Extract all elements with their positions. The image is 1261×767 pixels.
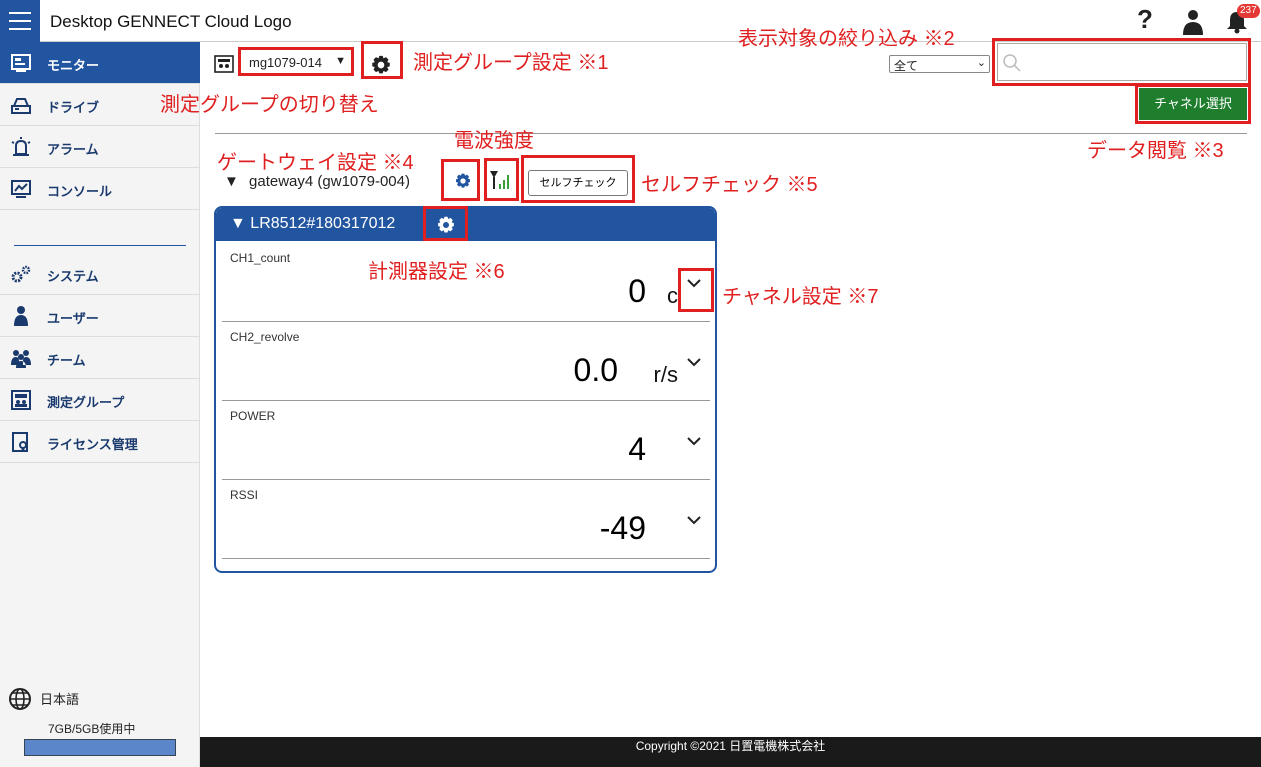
sidebar-item-label: ドライブ xyxy=(47,100,100,115)
gears-icon xyxy=(11,265,31,283)
sidebar-item-label: システム xyxy=(47,269,99,284)
filter-select[interactable]: 全て ⌄ xyxy=(889,55,990,73)
channel-name: CH1_count xyxy=(230,251,291,265)
sidebar-item-label: 測定グループ xyxy=(47,395,125,410)
user-icon xyxy=(14,306,28,326)
sidebar-item-system[interactable]: システム xyxy=(0,253,200,295)
team-icon xyxy=(11,350,31,368)
channel-unit: c xyxy=(667,283,678,308)
storage-usage-bar xyxy=(24,739,176,756)
annotation-selfcheck: セルフチェック ※5 xyxy=(641,174,818,196)
app-logo: Desktop GENNECT Cloud Logo xyxy=(50,12,292,31)
sidebar-item-monitor[interactable]: モニター xyxy=(0,42,200,84)
annotation-group-settings: 測定グループ設定 ※1 xyxy=(413,52,609,74)
annotation-filter: 表示対象の絞り込み ※2 xyxy=(738,28,955,50)
sidebar-item-label: チーム xyxy=(47,353,86,368)
sidebar-item-label: モニター xyxy=(47,58,100,73)
sidebar-item-label: コンソール xyxy=(47,184,113,199)
footer: Copyright ©2021 日置電機株式会社 xyxy=(200,737,1261,767)
channel-row: RSSI -49 xyxy=(222,480,710,559)
channel-value: -49 xyxy=(599,510,646,546)
app-header: Desktop GENNECT Cloud Logo ? 237 xyxy=(0,0,1261,42)
highlight-gateway-settings xyxy=(441,159,480,201)
sidebar-item-label: アラーム xyxy=(47,142,99,157)
channel-name: POWER xyxy=(230,409,276,423)
sidebar-item-alarm[interactable]: アラーム xyxy=(0,126,200,168)
language-label: 日本語 xyxy=(40,692,80,707)
highlight-search xyxy=(992,38,1251,86)
copyright-text: Copyright ©2021 日置電機株式会社 xyxy=(635,739,826,753)
highlight-selfcheck xyxy=(521,155,635,203)
sidebar-item-label: ユーザー xyxy=(47,311,99,326)
gateway-row[interactable]: ▼ gateway4 (gw1079-004) xyxy=(224,173,410,190)
monitor-icon xyxy=(11,54,31,72)
sidebar-divider xyxy=(14,245,186,246)
divider xyxy=(215,133,1247,134)
device-label: LR8512#180317012 xyxy=(250,215,396,232)
license-icon xyxy=(12,432,28,452)
gateway-label: gateway4 (gw1079-004) xyxy=(249,173,410,190)
channel-name: RSSI xyxy=(230,488,259,502)
annotation-device-settings: 計測器設定 ※6 xyxy=(368,261,505,283)
annotation-channel-settings: チャネル設定 ※7 xyxy=(722,286,879,308)
notification-badge: 237 xyxy=(1237,4,1260,18)
sidebar-item-license[interactable]: ライセンス管理 xyxy=(0,421,200,463)
channel-row: CH2_revolve 0.0 r/s xyxy=(222,322,710,401)
chevron-down-icon: ⌄ xyxy=(976,57,986,69)
measure-group-icon xyxy=(11,390,31,410)
globe-icon xyxy=(9,688,31,710)
drive-icon xyxy=(11,98,31,114)
chevron-down-icon[interactable] xyxy=(686,354,702,370)
filter-value: 全て xyxy=(894,59,919,73)
highlight-device-settings xyxy=(423,206,468,241)
highlight-group-select xyxy=(238,47,354,76)
menu-icon[interactable] xyxy=(0,0,40,42)
measure-group-icon xyxy=(214,55,234,73)
channel-row: POWER 4 xyxy=(222,401,710,480)
sidebar-item-label: ライセンス管理 xyxy=(47,437,138,452)
channel-name: CH2_revolve xyxy=(230,330,300,344)
highlight-channel-settings xyxy=(678,268,714,312)
channel-unit: r/s xyxy=(653,362,678,387)
chevron-down-icon[interactable] xyxy=(686,512,702,528)
sidebar-item-user[interactable]: ユーザー xyxy=(0,295,200,337)
alarm-icon xyxy=(11,137,31,156)
highlight-signal xyxy=(484,158,519,201)
help-icon[interactable]: ? xyxy=(1137,4,1153,35)
chevron-down-icon[interactable] xyxy=(686,433,702,449)
sidebar-item-team[interactable]: チーム xyxy=(0,337,200,379)
channel-value: 0.0 xyxy=(573,352,618,388)
expand-triangle-icon: ▼ xyxy=(230,215,246,232)
annotation-data-view: データ閲覧 ※3 xyxy=(1087,140,1224,162)
sidebar-item-measure-group[interactable]: 測定グループ xyxy=(0,379,200,421)
channel-value: 0 xyxy=(628,273,646,309)
user-icon[interactable] xyxy=(1182,9,1204,35)
annotation-group-switch: 測定グループの切り替え xyxy=(160,94,379,116)
storage-usage-label: 7GB/5GB使用中 xyxy=(48,722,136,736)
channel-value: 4 xyxy=(628,431,646,467)
annotation-radio-strength: 電波強度 xyxy=(454,130,534,152)
console-icon xyxy=(11,180,31,198)
annotation-gateway-settings: ゲートウェイ設定 ※4 xyxy=(217,152,414,174)
sidebar-item-console[interactable]: コンソール xyxy=(0,168,200,210)
highlight-channel-select xyxy=(1135,84,1251,124)
language-selector[interactable]: 日本語 xyxy=(8,687,79,715)
sidebar: モニター ドライブ アラーム コンソール システム ユーザー チーム 測定グルー… xyxy=(0,42,200,767)
highlight-group-settings xyxy=(361,41,403,79)
expand-triangle-icon: ▼ xyxy=(224,173,239,190)
